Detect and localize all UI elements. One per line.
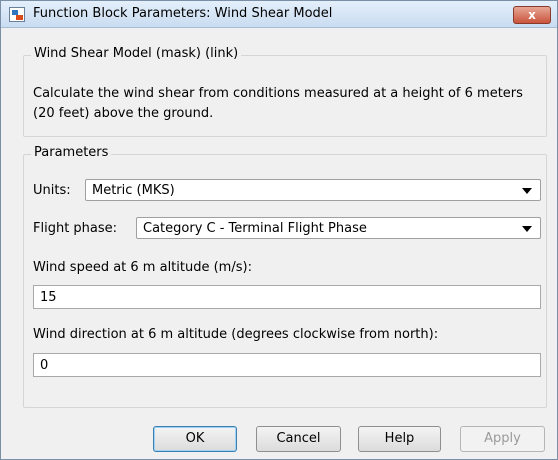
close-icon: x bbox=[528, 8, 536, 22]
wind-direction-label: Wind direction at 6 m altitude (degrees … bbox=[33, 327, 439, 342]
wind-direction-input[interactable]: 0 bbox=[33, 353, 541, 377]
units-label: Units: bbox=[33, 183, 71, 198]
flight-phase-label: Flight phase: bbox=[33, 221, 118, 236]
title-bar[interactable]: Function Block Parameters: Wind Shear Mo… bbox=[1, 1, 557, 28]
simulink-app-icon bbox=[9, 7, 25, 22]
chevron-down-icon bbox=[522, 188, 532, 194]
close-button[interactable]: x bbox=[513, 6, 551, 24]
wind-direction-value: 0 bbox=[40, 358, 49, 373]
units-selected-value: Metric (MKS) bbox=[92, 183, 175, 198]
mask-description: Calculate the wind shear from conditions… bbox=[33, 86, 523, 121]
apply-button[interactable]: Apply bbox=[460, 426, 545, 452]
flight-phase-dropdown[interactable]: Category C - Terminal Flight Phase bbox=[136, 217, 541, 239]
chevron-down-icon bbox=[522, 226, 532, 232]
wind-speed-value: 15 bbox=[40, 290, 57, 305]
help-button[interactable]: Help bbox=[358, 426, 441, 452]
cancel-button[interactable]: Cancel bbox=[256, 426, 341, 452]
dialog-window: Function Block Parameters: Wind Shear Mo… bbox=[0, 0, 558, 460]
flight-phase-selected-value: Category C - Terminal Flight Phase bbox=[143, 221, 367, 236]
units-dropdown[interactable]: Metric (MKS) bbox=[85, 179, 541, 201]
wind-speed-label: Wind speed at 6 m altitude (m/s): bbox=[33, 260, 252, 275]
ok-button[interactable]: OK bbox=[153, 426, 237, 452]
mask-heading: Wind Shear Model (mask) (link) bbox=[31, 46, 242, 61]
window-title: Function Block Parameters: Wind Shear Mo… bbox=[33, 6, 333, 21]
parameters-heading: Parameters bbox=[31, 145, 112, 160]
wind-speed-input[interactable]: 15 bbox=[33, 285, 541, 309]
